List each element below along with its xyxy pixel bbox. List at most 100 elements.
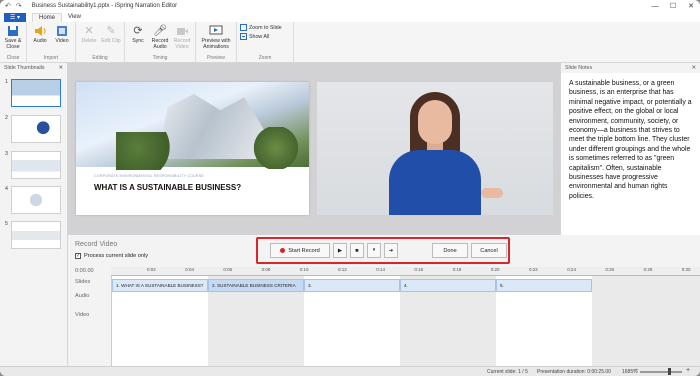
zoom-group-label: Zoom xyxy=(258,55,272,61)
slide-thumbnail-1[interactable]: 1 xyxy=(5,79,61,107)
zoom-in-button[interactable]: + xyxy=(686,367,690,374)
slide-band xyxy=(592,276,700,370)
save-close-button[interactable]: Save & Close xyxy=(3,24,23,55)
thumbnail-image xyxy=(11,115,61,143)
slide-stage: CORPORATE ENVIRONMENTAL RESPONSIBILITY C… xyxy=(68,63,560,235)
record-dot-icon xyxy=(280,248,286,253)
file-menu-button[interactable]: ☰ ▾ xyxy=(4,13,26,22)
slide-thumbnails-panel: Slide Thumbnails ✕ 1 2 3 4 5 xyxy=(0,63,68,370)
app-window: ↶ ↷ Business Sustainability1.pptx - iSpr… xyxy=(0,0,700,376)
camera-icon xyxy=(175,24,189,37)
zoom-out-button[interactable]: − xyxy=(634,367,638,374)
timeline-tick-label: 0:26 xyxy=(605,267,615,272)
import-audio-button[interactable]: Audio xyxy=(30,24,50,55)
sync-button[interactable]: ⟳ Sync xyxy=(128,24,148,55)
zoom-slider-track[interactable] xyxy=(640,371,682,373)
sync-label: Sync xyxy=(132,38,144,44)
tab-view[interactable]: View xyxy=(62,13,87,22)
delete-label: Delete xyxy=(81,38,97,44)
done-button[interactable]: Done xyxy=(432,243,468,258)
process-current-slide-checkbox[interactable]: ✓ Process current slide only xyxy=(75,253,148,259)
slide-thumbnail-3[interactable]: 3 xyxy=(5,151,61,179)
cancel-button[interactable]: Cancel xyxy=(471,243,507,258)
editing-group-label: Editing xyxy=(92,55,108,61)
slide-thumbnail-5[interactable]: 5 xyxy=(5,221,61,249)
notes-text[interactable]: A sustainable business, or a green busin… xyxy=(561,73,700,207)
timeline-tick-label: 0:22 xyxy=(529,267,538,272)
video-preview xyxy=(317,82,553,215)
slide-clip-2[interactable]: 2. SUSTAINABLE BUSINESS CRITERIA xyxy=(208,279,304,292)
close-panel-icon[interactable]: ✕ xyxy=(59,63,63,73)
slide-title: WHAT IS A SUSTAINABLE BUSINESS? xyxy=(94,183,242,192)
zoom-to-slide-button[interactable]: Zoom to Slide xyxy=(240,24,290,31)
maximize-button[interactable]: ☐ xyxy=(664,0,682,12)
show-all-button[interactable]: Show All xyxy=(240,33,290,40)
notes-header: Slide Notes ✕ xyxy=(561,63,700,73)
close-panel-icon[interactable]: ✕ xyxy=(692,63,696,73)
preview-icon xyxy=(209,24,223,37)
save-close-label: Save & Close xyxy=(4,38,22,50)
current-slide-status: Current slide: 1 / 5 xyxy=(487,369,528,375)
close-group: Save & Close Close xyxy=(0,22,27,62)
record-video-label: Record Video xyxy=(173,38,191,50)
ribbon: Save & Close Close Audio Video Import ✕ … xyxy=(0,22,700,63)
minimize-button[interactable]: — xyxy=(646,0,664,12)
timeline-tick-label: 0:16 xyxy=(414,267,424,272)
thumbnails-header: Slide Thumbnails ✕ xyxy=(0,63,67,73)
timeline-ruler[interactable]: 0:02 0:04 0:06 0:08 0:10 0:12 0:14 0:16 0:18 0:20… xyxy=(111,267,700,276)
tab-home[interactable]: Home xyxy=(32,13,63,22)
pause-button[interactable]: ⏸ xyxy=(367,243,381,258)
preview-group: Preview with Animations Preview xyxy=(196,22,237,62)
timeline: 0:00.00 Slides Audio Video 0:02 0:04 0:06 0… xyxy=(68,267,700,370)
duration-status: Presentation duration: 0:00:25.00 xyxy=(537,369,611,375)
import-video-button[interactable]: Video xyxy=(52,24,72,55)
record-audio-button[interactable]: 🎤︎ Record Audio xyxy=(150,24,170,55)
stop-button[interactable]: ■ xyxy=(350,243,364,258)
record-video-button[interactable]: Record Video xyxy=(172,24,192,55)
zoom-group: Zoom to Slide Show All Zoom xyxy=(237,22,294,62)
import-group-label: Import xyxy=(43,55,59,61)
slide-clip-4[interactable]: 4. xyxy=(400,279,496,292)
edit-clip-label: Edit Clip xyxy=(101,38,121,44)
redo-icon[interactable]: ↷ xyxy=(16,2,22,10)
timeline-tick-label: 0:14 xyxy=(376,267,385,272)
slide-thumbnail-4[interactable]: 4 xyxy=(5,186,61,214)
delete-button[interactable]: ✕ Delete xyxy=(79,24,99,55)
start-record-label: Start Record xyxy=(288,247,320,254)
timeline-tracks[interactable]: 1. WHAT IS A SUSTAINABLE BUSINESS? 2. SU… xyxy=(111,276,700,370)
thumbnail-image xyxy=(11,79,61,107)
sync-icon: ⟳ xyxy=(133,24,143,37)
tree-image xyxy=(246,127,306,169)
microphone-icon: 🎤︎ xyxy=(153,24,167,37)
slide-clip-5[interactable]: 5. xyxy=(496,279,592,292)
timing-group: ⟳ Sync 🎤︎ Record Audio Record Video Timi… xyxy=(125,22,196,62)
preview-group-label: Preview xyxy=(207,55,225,61)
play-button[interactable]: ▶ xyxy=(333,243,347,258)
tree-image xyxy=(116,132,186,170)
next-slide-button[interactable]: ➔ xyxy=(384,243,398,258)
slide-clip-3[interactable]: 3. xyxy=(304,279,400,292)
presenter-hand xyxy=(481,188,503,198)
preview-button[interactable]: Preview with Animations xyxy=(199,24,233,55)
notes-title: Slide Notes xyxy=(565,65,593,71)
video-track-label: Video xyxy=(75,312,90,318)
presenter-face xyxy=(418,100,452,144)
slide-thumbnail-2[interactable]: 2 xyxy=(5,115,61,143)
close-window-button[interactable]: ✕ xyxy=(682,0,700,12)
slides-track-label: Slides xyxy=(75,279,91,285)
timeline-tick-label: 0:08 xyxy=(261,267,271,272)
undo-icon[interactable]: ↶ xyxy=(5,2,11,10)
timeline-tick-label: 0:24 xyxy=(567,267,576,272)
edit-clip-button[interactable]: ✎ Edit Clip xyxy=(101,24,121,55)
slide-clip-1[interactable]: 1. WHAT IS A SUSTAINABLE BUSINESS? xyxy=(112,279,208,292)
ribbon-tabs: ☰ ▾ Home View xyxy=(0,12,700,22)
start-record-button[interactable]: Start Record xyxy=(270,243,330,258)
zoom-slider-thumb[interactable] xyxy=(668,368,671,375)
checkbox-icon[interactable]: ✓ xyxy=(75,253,81,259)
thumbnail-image xyxy=(11,186,61,214)
show-all-label: Show All xyxy=(249,33,270,40)
record-panel: Record Video ✓ Process current slide only… xyxy=(68,235,700,370)
window-title: Business Sustainability1.pptx - iSpring … xyxy=(31,3,178,9)
speaker-icon xyxy=(33,24,47,37)
show-all-icon xyxy=(240,33,247,40)
